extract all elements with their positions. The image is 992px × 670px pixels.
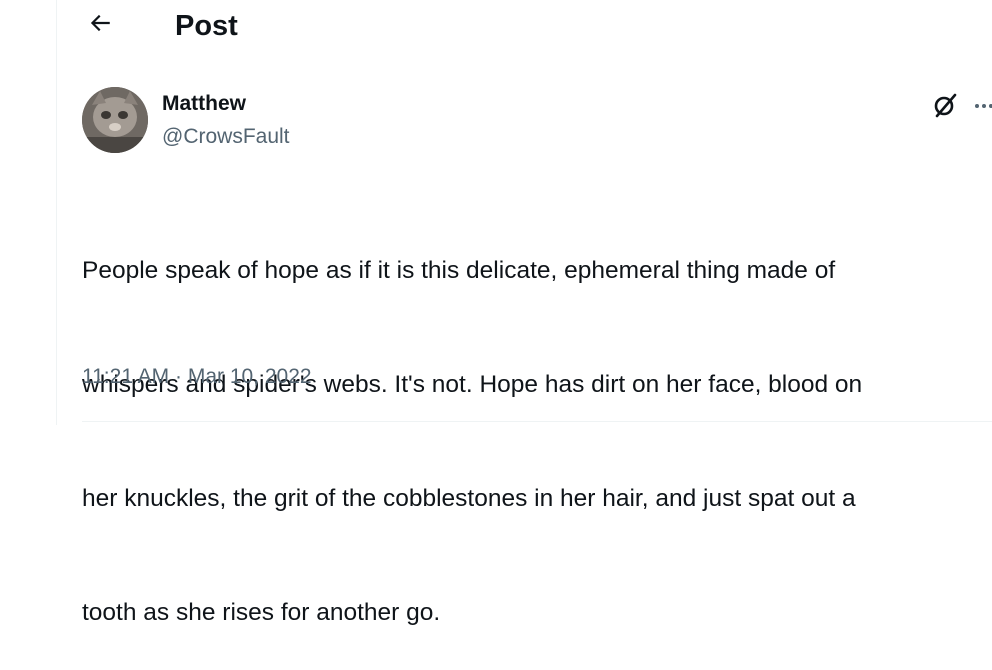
page-title: Post <box>175 10 238 42</box>
post-timestamp[interactable]: 11:21 AM · Mar 10, 2022 <box>82 363 312 391</box>
post-header: Post <box>57 0 992 54</box>
more-button[interactable] <box>972 90 992 124</box>
grok-icon <box>931 91 959 124</box>
arrow-left-icon <box>87 10 113 41</box>
more-icon <box>972 95 992 120</box>
author-handle[interactable]: @CrowsFault <box>162 124 290 150</box>
post-text-line: People speak of hope as if it is this de… <box>82 257 836 284</box>
post-text-line: her knuckles, the grit of the cobbleston… <box>82 485 856 512</box>
post-text: People speak of hope as if it is this de… <box>82 176 992 670</box>
column-left-border <box>56 0 57 425</box>
avatar[interactable] <box>82 87 148 153</box>
grok-button[interactable] <box>928 90 962 124</box>
divider <box>82 421 992 422</box>
back-button[interactable] <box>81 6 119 44</box>
author-name[interactable]: Matthew <box>162 91 246 117</box>
post-text-line: tooth as she rises for another go. <box>82 599 441 626</box>
cat-photo-avatar <box>82 87 148 153</box>
